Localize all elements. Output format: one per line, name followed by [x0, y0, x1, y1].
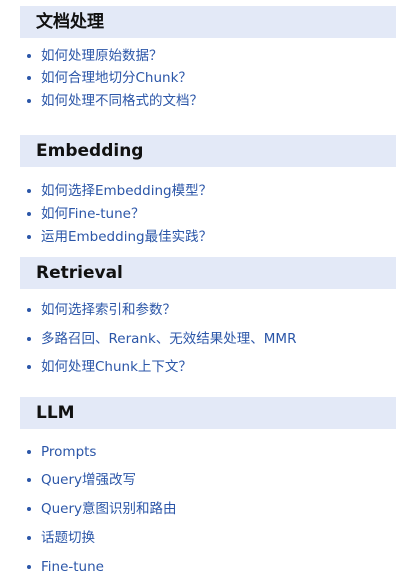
- list-item-label: 如何选择Embedding模型？: [41, 183, 213, 199]
- list-item: 多路召回、Rerank、无效结果处理、MMR: [27, 328, 387, 350]
- bullet-icon: [27, 308, 31, 312]
- bullet-icon: [27, 189, 31, 193]
- list-item-label: 话题切换: [41, 530, 95, 546]
- list-item: 如何Fine-tune？: [27, 203, 387, 225]
- bullet-icon: [27, 235, 31, 239]
- bullet-icon: [27, 450, 31, 454]
- list-item-label: 如何处理原始数据？: [41, 48, 163, 64]
- bullet-icon: [27, 565, 31, 569]
- bullet-icon: [27, 536, 31, 540]
- list-item-label: Query增强改写: [41, 472, 137, 488]
- bullet-icon: [27, 337, 31, 341]
- list-item-label: 运用Embedding最佳实践？: [41, 229, 213, 245]
- section-header: Retrieval: [20, 257, 396, 289]
- bullet-icon: [27, 507, 31, 511]
- list-item-label: 如何处理Chunk上下文？: [41, 359, 192, 375]
- section-header: LLM: [20, 397, 396, 429]
- list-item-label: Prompts: [41, 444, 97, 460]
- bullet-icon: [27, 76, 31, 80]
- list-item: 如何合理地切分Chunk？: [27, 67, 387, 89]
- list-item: 运用Embedding最佳实践？: [27, 226, 387, 248]
- bullet-icon: [27, 478, 31, 482]
- list-item-label: 如何Fine-tune？: [41, 206, 145, 222]
- list-item: 话题切换: [27, 527, 387, 549]
- section-header: Embedding: [20, 135, 396, 167]
- list-item: 如何处理原始数据？: [27, 45, 387, 67]
- list-item: Query意图识别和路由: [27, 498, 387, 520]
- list-item: 如何处理不同格式的文档？: [27, 90, 387, 112]
- list-item: 如何处理Chunk上下文？: [27, 356, 387, 378]
- bullet-icon: [27, 99, 31, 103]
- list-item: 如何选择Embedding模型？: [27, 180, 387, 202]
- bullet-icon: [27, 365, 31, 369]
- list-item-label: 如何选择索引和参数？: [41, 302, 176, 318]
- list-item-label: Query意图识别和路由: [41, 501, 177, 517]
- list-item: 如何选择索引和参数？: [27, 299, 387, 321]
- list-item-label: Fine-tune: [41, 559, 104, 575]
- bullet-icon: [27, 212, 31, 216]
- list-item-label: 如何处理不同格式的文档？: [41, 93, 203, 109]
- list-item: Fine-tune: [27, 556, 387, 578]
- list-item-label: 如何合理地切分Chunk？: [41, 70, 192, 86]
- list-item: Query增强改写: [27, 469, 387, 491]
- bullet-icon: [27, 54, 31, 58]
- list-item: Prompts: [27, 441, 387, 463]
- list-item-label: 多路召回、Rerank、无效结果处理、MMR: [41, 331, 297, 347]
- section-header: 文档处理: [20, 6, 396, 38]
